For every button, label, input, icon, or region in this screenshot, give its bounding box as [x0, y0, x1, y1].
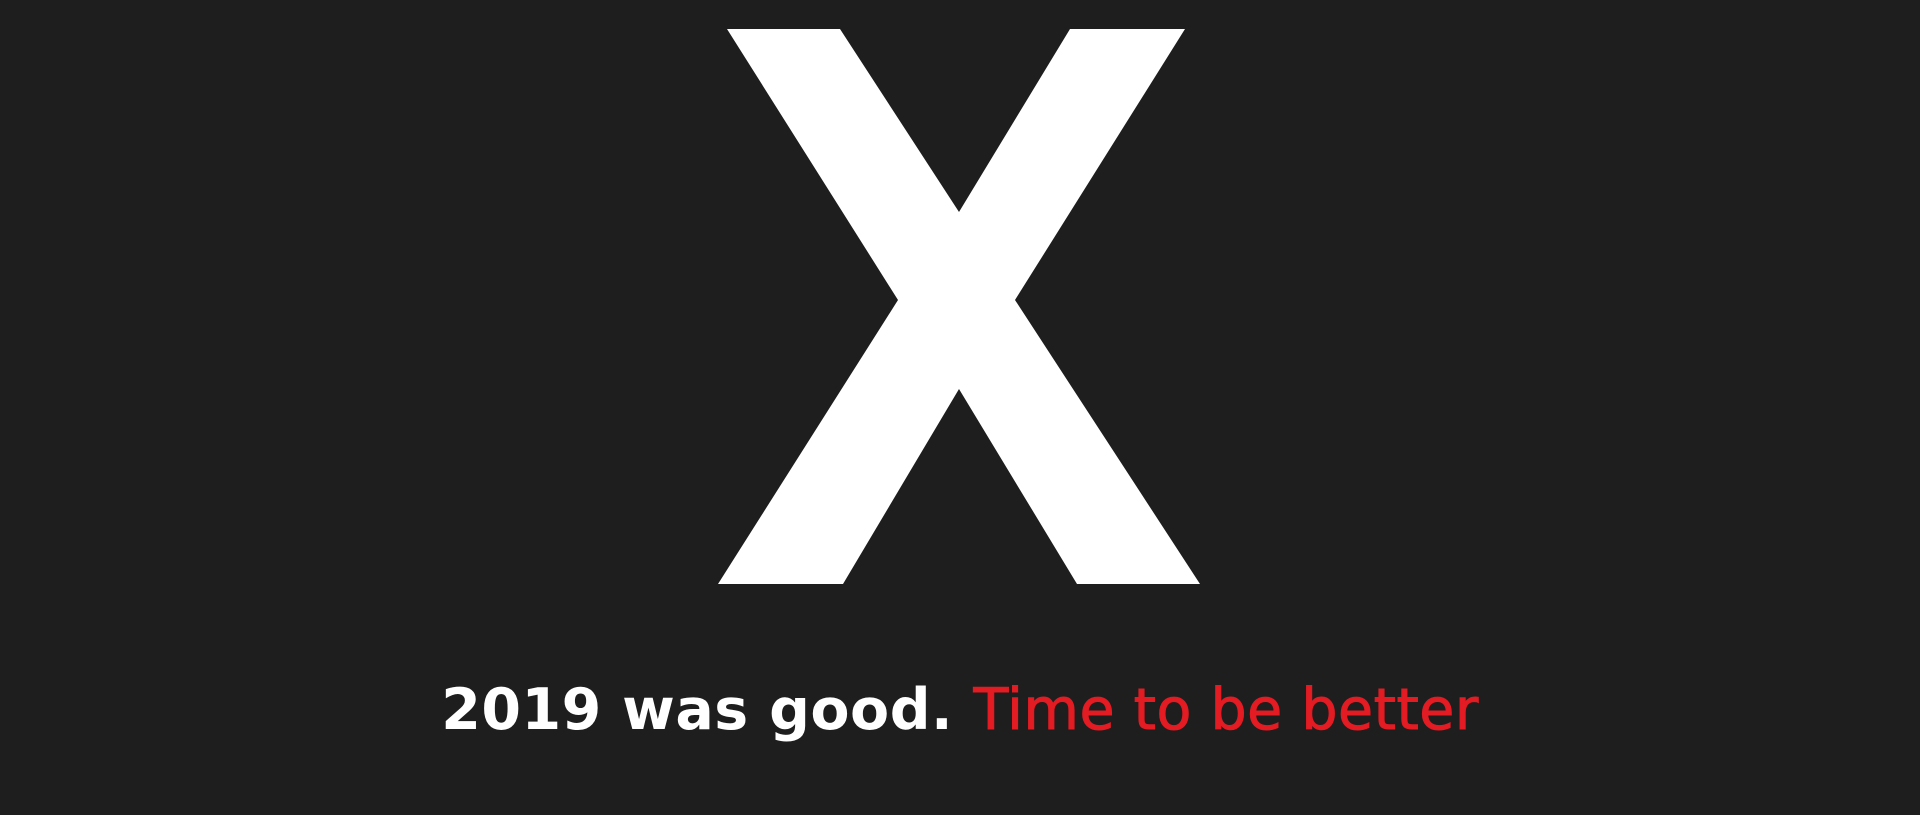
tagline-red-text: Time to be better — [973, 677, 1479, 744]
tagline-white-text: 2019 was good. — [441, 677, 954, 743]
tagline: 2019 was good. Time to be better — [0, 670, 1920, 750]
hero-banner: 2019 was good. Time to be better — [0, 0, 1920, 815]
x-logo-icon — [718, 29, 1200, 584]
